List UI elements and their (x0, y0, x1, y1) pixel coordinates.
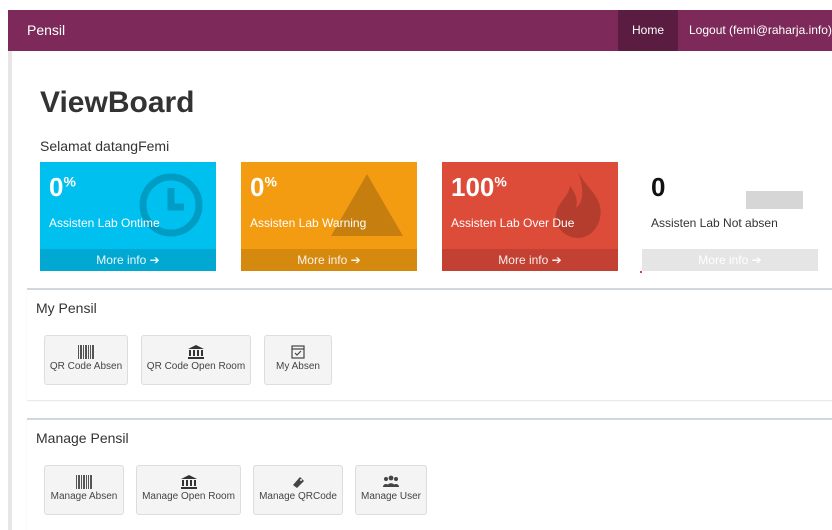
qr-code-open-room-button[interactable]: QR Code Open Room (141, 335, 251, 385)
stat-label: Assisten Lab Over Due (451, 216, 575, 230)
more-info-link[interactable]: More info ➔ (442, 249, 618, 271)
arrow-right-icon: ➔ (149, 253, 160, 267)
stat-box-ontime: 0% Assisten Lab Ontime More info ➔ (40, 162, 216, 271)
stat-value: 0% (250, 172, 277, 202)
my-absen-button[interactable]: My Absen (264, 335, 332, 385)
decorative-dot (640, 271, 642, 273)
more-info-link[interactable]: More info ➔ (241, 249, 417, 271)
arrow-right-icon: ➔ (551, 253, 562, 267)
more-info-link[interactable]: More info ➔ (642, 249, 818, 271)
stat-box-warning: 0% Assisten Lab Warning More info ➔ (241, 162, 417, 271)
my-pensil-panel: My Pensil QR Code Absen QR Code Open Roo… (27, 288, 832, 400)
brand-logo-text[interactable]: Pensil (27, 22, 65, 38)
panel-title: Manage Pensil (36, 430, 129, 446)
arrow-right-icon: ➔ (350, 253, 361, 267)
bank-icon (188, 345, 204, 359)
top-navbar: Pensil Home Logout (femi@raharja.info) (8, 10, 832, 51)
tag-icon (293, 477, 304, 488)
stat-box-not-absen: 0 Assisten Lab Not absen More info ➔ (642, 162, 818, 271)
barcode-icon (76, 475, 92, 489)
manage-qrcode-button[interactable]: Manage QRCode (253, 465, 343, 515)
panel-title: My Pensil (36, 300, 97, 316)
stat-box-overdue: 100% Assisten Lab Over Due More info ➔ (442, 162, 618, 271)
bank-icon (180, 475, 197, 489)
stat-label: Assisten Lab Warning (250, 216, 367, 230)
barcode-icon (78, 345, 94, 359)
manage-open-room-button[interactable]: Manage Open Room (136, 465, 241, 515)
manage-pensil-panel: Manage Pensil Manage Absen Manage Open R… (27, 418, 832, 530)
stat-value: 0 (651, 172, 666, 202)
placeholder-block (746, 191, 803, 209)
manage-user-button[interactable]: Manage User (355, 465, 427, 515)
more-info-link[interactable]: More info ➔ (40, 249, 216, 271)
stat-label: Assisten Lab Not absen (651, 216, 778, 230)
stat-label: Assisten Lab Ontime (49, 216, 160, 230)
users-icon (383, 475, 399, 487)
sidebar-edge (8, 51, 12, 530)
welcome-message: Selamat datangFemi (40, 138, 170, 154)
nav-home-link[interactable]: Home (618, 10, 678, 51)
nav-logout-link[interactable]: Logout (femi@raharja.info) (689, 10, 832, 51)
stat-value: 100% (451, 172, 507, 202)
page-title: ViewBoard (40, 86, 195, 119)
arrow-right-icon: ➔ (751, 253, 762, 267)
qr-code-absen-button[interactable]: QR Code Absen (44, 335, 128, 385)
manage-absen-button[interactable]: Manage Absen (44, 465, 124, 515)
calendar-check-icon (291, 345, 305, 359)
stat-value: 0% (49, 172, 76, 202)
